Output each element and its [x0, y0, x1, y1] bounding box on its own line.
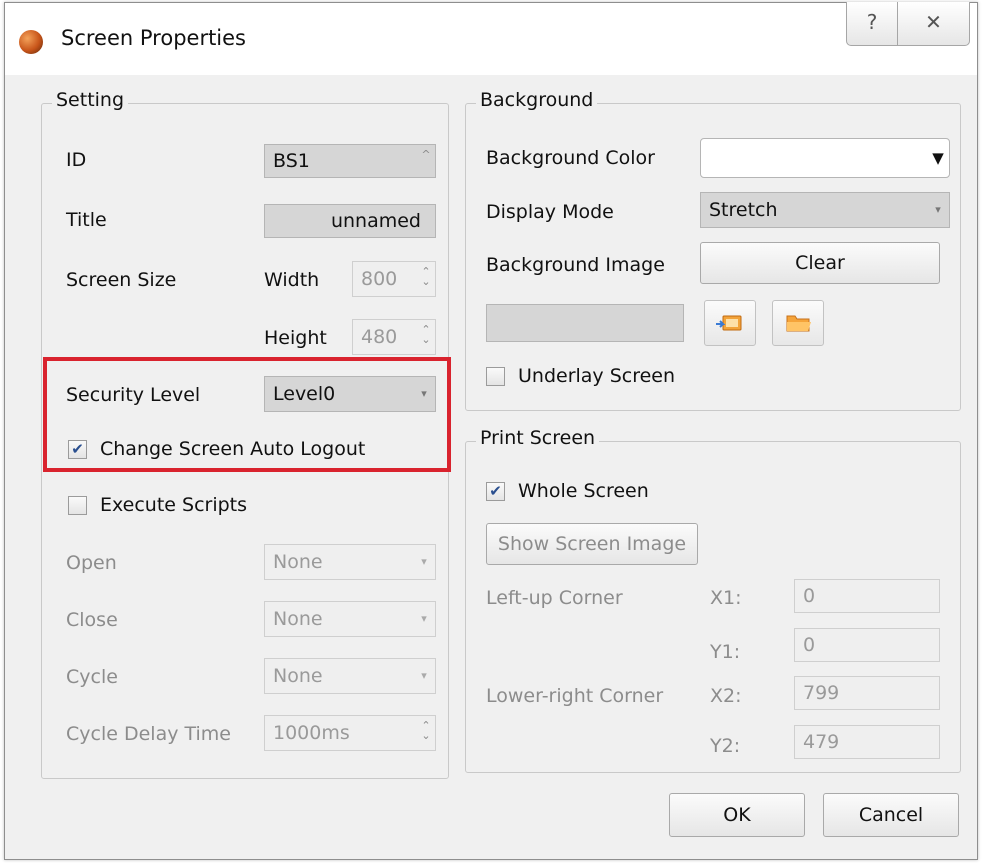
background-image-path[interactable] [486, 304, 684, 342]
screen-properties-dialog: Screen Properties ? ✕ Setting ID BS1 ^ T… [4, 2, 978, 860]
ok-label: OK [723, 804, 751, 826]
show-screen-image-label: Show Screen Image [497, 533, 687, 555]
cycle-delay-label: Cycle Delay Time [66, 723, 231, 745]
display-mode-select[interactable]: Stretch ▾ [700, 192, 950, 228]
chevron-down-icon: ▾ [421, 669, 427, 682]
chevron-down-icon: ▾ [421, 555, 427, 568]
close-button[interactable]: ✕ [898, 2, 970, 46]
y2-field[interactable]: 479 [794, 725, 940, 759]
x1-value: 0 [803, 585, 816, 607]
x2-value: 799 [803, 682, 840, 704]
show-screen-image-button[interactable]: Show Screen Image [486, 523, 698, 565]
x1-field[interactable]: 0 [794, 579, 940, 613]
width-value: 800 [361, 268, 398, 290]
close-value: None [273, 608, 323, 630]
caret-down-icon: ▼ [932, 149, 944, 167]
background-color-picker[interactable]: ▼ [700, 138, 950, 178]
clear-label: Clear [795, 252, 845, 274]
whole-screen-label: Whole Screen [518, 480, 649, 502]
id-value: BS1 [273, 150, 310, 172]
display-mode-value: Stretch [709, 199, 778, 221]
cycle-select[interactable]: None ▾ [264, 658, 436, 694]
title-label: Title [66, 209, 107, 231]
background-legend: Background [476, 89, 598, 111]
highlight-box [43, 357, 451, 472]
title-bar: Screen Properties ? ✕ [5, 2, 977, 75]
width-label: Width [264, 269, 320, 291]
screen-size-label: Screen Size [66, 269, 177, 291]
id-spin-icon[interactable]: ^ [420, 149, 432, 160]
chevron-down-icon: ▾ [935, 203, 941, 216]
height-field[interactable]: 480 ⌃ ⌄ [352, 319, 436, 355]
y1-field[interactable]: 0 [794, 628, 940, 662]
x2-field[interactable]: 799 [794, 676, 940, 710]
open-value: None [273, 551, 323, 573]
window-title: Screen Properties [61, 26, 247, 50]
clear-button[interactable]: Clear [700, 242, 940, 284]
open-select[interactable]: None ▾ [264, 544, 436, 580]
y1-value: 0 [803, 634, 816, 656]
background-image-label: Background Image [486, 254, 665, 276]
cycle-delay-spin-icon[interactable]: ⌃ ⌄ [420, 720, 432, 741]
import-image-button[interactable] [704, 300, 756, 346]
cycle-value: None [273, 665, 323, 687]
background-color-label: Background Color [486, 147, 655, 169]
close-select[interactable]: None ▾ [264, 601, 436, 637]
width-field[interactable]: 800 ⌃ ⌄ [352, 261, 436, 297]
title-value: unnamed [330, 210, 421, 232]
y2-label: Y2: [710, 735, 741, 757]
folder-icon [786, 315, 811, 332]
id-field[interactable]: BS1 ^ [264, 144, 436, 178]
execute-scripts-label: Execute Scripts [100, 494, 248, 516]
y1-label: Y1: [710, 641, 741, 663]
execute-scripts-checkbox[interactable] [68, 496, 87, 515]
import-image-icon [716, 315, 742, 331]
background-group: Background Background Color ▼ Display Mo… [465, 89, 961, 411]
lower-right-corner-label: Lower-right Corner [486, 685, 664, 707]
underlay-label: Underlay Screen [518, 365, 676, 387]
cycle-delay-value: 1000ms [273, 722, 350, 744]
close-label: Close [66, 609, 118, 631]
height-value: 480 [361, 326, 398, 348]
cancel-label: Cancel [858, 804, 924, 826]
y2-value: 479 [803, 731, 840, 753]
chevron-down-icon: ▾ [421, 612, 427, 625]
help-button[interactable]: ? [846, 2, 898, 46]
title-button[interactable]: unnamed [264, 204, 436, 238]
x2-label: X2: [710, 685, 742, 707]
x1-label: X1: [710, 587, 742, 609]
open-label: Open [66, 552, 117, 574]
print-screen-legend: Print Screen [476, 427, 600, 449]
whole-screen-checkbox[interactable]: ✔ [486, 482, 505, 501]
setting-legend: Setting [52, 89, 129, 111]
cycle-delay-field[interactable]: 1000ms ⌃ ⌄ [264, 715, 436, 751]
id-label: ID [66, 149, 87, 171]
height-spin-icon[interactable]: ⌃ ⌄ [420, 324, 432, 345]
app-icon [19, 30, 43, 54]
display-mode-label: Display Mode [486, 201, 614, 223]
left-up-corner-label: Left-up Corner [486, 587, 623, 609]
cancel-button[interactable]: Cancel [823, 793, 959, 837]
print-screen-group: Print Screen ✔ Whole Screen Show Screen … [465, 427, 961, 773]
open-folder-button[interactable] [772, 300, 824, 346]
ok-button[interactable]: OK [669, 793, 805, 837]
cycle-label: Cycle [66, 666, 118, 688]
height-label: Height [264, 327, 327, 349]
width-spin-icon[interactable]: ⌃ ⌄ [420, 266, 432, 287]
underlay-checkbox[interactable] [486, 367, 505, 386]
